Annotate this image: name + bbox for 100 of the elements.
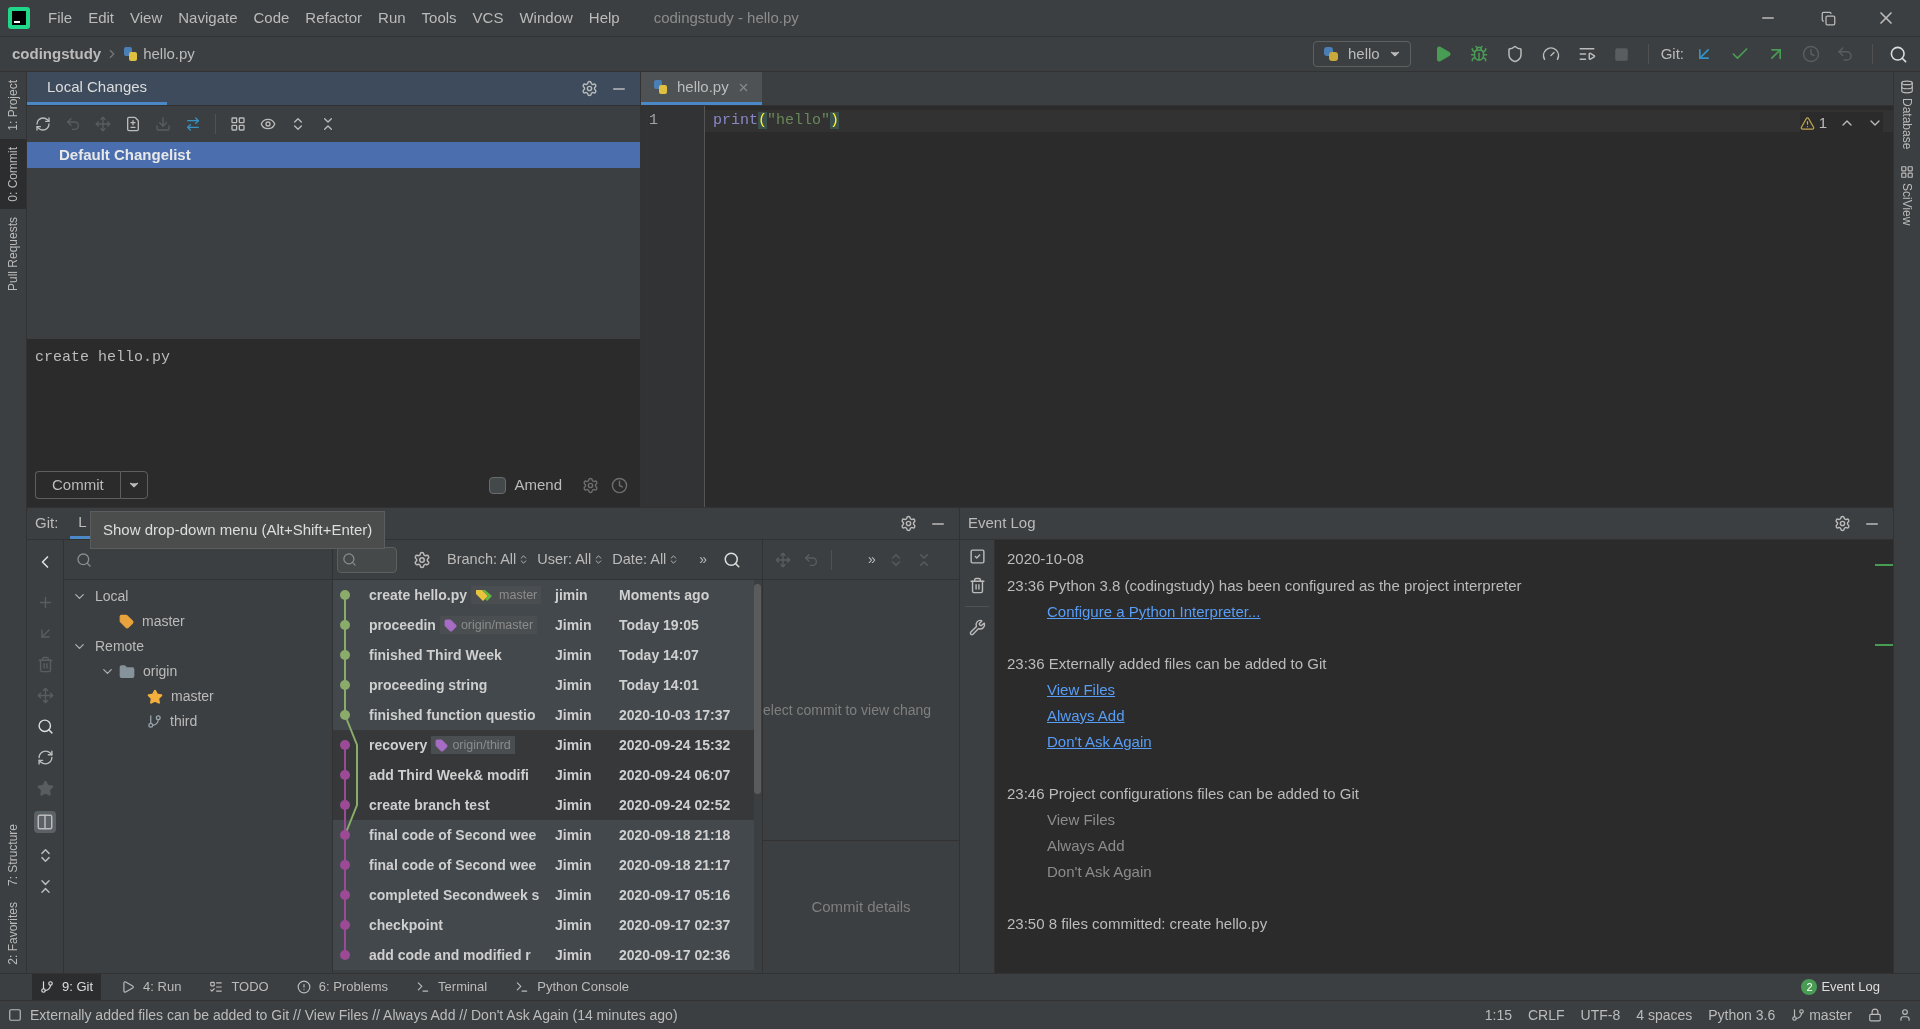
settings-icon[interactable]	[413, 550, 431, 569]
git-branch-widget[interactable]: master	[1791, 1004, 1852, 1026]
tool-window-tab[interactable]: SciView	[1898, 183, 1916, 226]
log-link[interactable]: Don't Ask Again	[1047, 730, 1152, 754]
restore-icon[interactable]	[1821, 10, 1836, 26]
log-link[interactable]: Always Add	[1047, 704, 1125, 728]
search-icon[interactable]	[723, 550, 742, 569]
breadcrumb-item[interactable]: codingstudy	[12, 42, 102, 66]
menu-item[interactable]: Help	[582, 6, 626, 30]
lock-icon[interactable]	[1868, 1008, 1882, 1022]
status-item[interactable]: Python 3.6	[1708, 1004, 1776, 1026]
scrollbar[interactable]	[754, 584, 761, 794]
eye-icon[interactable]	[260, 116, 276, 132]
tool-window-tab[interactable]: 7: Structure	[0, 816, 26, 895]
tool-window-tab[interactable]: Database	[1898, 98, 1916, 150]
menu-item[interactable]: Run	[372, 6, 412, 30]
tool-window-button[interactable]: 9: Git	[32, 974, 102, 1000]
menu-item[interactable]: Code	[247, 6, 296, 30]
settings-icon[interactable]	[900, 515, 917, 532]
user-icon[interactable]	[1898, 1008, 1912, 1022]
settings-icon[interactable]	[582, 476, 599, 494]
menu-item[interactable]: VCS	[466, 6, 510, 30]
commit-row[interactable]: proceeding string Jimin Today 14:01	[333, 670, 754, 700]
run-config-dropdown[interactable]: hello	[1312, 41, 1411, 67]
tool-window-button[interactable]: Python Console	[507, 974, 637, 1000]
menu-item[interactable]: Refactor	[299, 6, 369, 30]
settings-icon[interactable]	[581, 80, 598, 97]
commit-row[interactable]: final code of Second wee Jimin 2020-09-18 21:17	[333, 850, 754, 880]
diff-icon[interactable]	[125, 116, 141, 132]
commit-row[interactable]: finished function questio Jimin 2020-10-03 17:37	[333, 700, 754, 730]
status-message[interactable]: Externally added files can be added to Git // View Files // Always Add // Don't Ask Again (14 minutes ago)	[30, 1004, 678, 1026]
refresh-icon[interactable]	[35, 116, 51, 132]
debug-icon[interactable]	[1469, 45, 1488, 63]
group-icon[interactable]	[230, 116, 246, 132]
coverage-icon[interactable]	[1505, 45, 1524, 63]
delete-icon[interactable]	[968, 577, 986, 594]
branch-tree-item[interactable]: Local	[95, 586, 129, 607]
warning-count[interactable]: 1	[1818, 112, 1827, 135]
refresh-icon[interactable]	[36, 749, 54, 766]
tool-window-button[interactable]: Event Log	[1821, 977, 1880, 997]
more-button[interactable]: »	[868, 549, 876, 570]
commit-row[interactable]: finished Third Week Jimin Today 14:07	[333, 640, 754, 670]
tool-window-button[interactable]: TODO	[201, 974, 277, 1000]
tool-window-button[interactable]: Terminal	[408, 974, 496, 1000]
warning-icon[interactable]	[1799, 115, 1815, 131]
dropdown-button[interactable]	[119, 471, 148, 499]
search-icon[interactable]	[36, 718, 54, 735]
tool-window-tab[interactable]: 2: Favorites	[0, 894, 26, 973]
menu-item[interactable]: Tools	[415, 6, 463, 30]
tool-window-button[interactable]: 4: Run	[113, 974, 190, 1000]
more-button[interactable]: »	[699, 549, 708, 570]
commit-row[interactable]: create branch test Jimin 2020-09-24 02:52	[333, 790, 754, 820]
commit-row[interactable]: proceedin origin/master Jimin Today 19:05	[333, 610, 754, 640]
mark-read-icon[interactable]	[968, 548, 986, 565]
amend-checkbox[interactable]	[489, 476, 507, 494]
status-item[interactable]: 4 spaces	[1636, 1004, 1693, 1026]
menu-item[interactable]: Edit	[82, 6, 121, 30]
profile-icon[interactable]	[1541, 45, 1560, 63]
tool-window-tab[interactable]: Pull Requests	[0, 209, 26, 300]
menu-item[interactable]: Window	[513, 6, 579, 30]
branch-tree-item[interactable]: third	[170, 711, 198, 732]
branch-tree-item[interactable]: origin	[143, 661, 178, 682]
filter-dropdown[interactable]: Date: All	[612, 548, 680, 571]
menu-item[interactable]: View	[124, 6, 169, 30]
jump-icon[interactable]	[185, 116, 201, 132]
menu-item[interactable]: File	[42, 6, 79, 30]
commit-row[interactable]: completed Secondweek s Jimin 2020-09-17 05:16	[333, 880, 754, 910]
changelist-row[interactable]: Default Changelist	[27, 142, 640, 168]
tool-window-tab[interactable]: 1: Project	[0, 72, 26, 139]
tool-window-button[interactable]: 6: Problems	[288, 974, 397, 1000]
run-list-icon[interactable]	[1577, 45, 1596, 63]
log-link[interactable]: View Files	[1047, 808, 1116, 832]
database-icon[interactable]	[1900, 80, 1914, 94]
breadcrumb-item[interactable]: hello.py	[143, 42, 195, 66]
search-icon[interactable]	[76, 551, 92, 568]
commit-row[interactable]: final code of Second wee Jimin 2020-09-18 21:18	[333, 820, 754, 850]
log-link[interactable]: Always Add	[1047, 834, 1125, 858]
tool-window-tab[interactable]: 0: Commit	[0, 138, 26, 210]
log-link[interactable]: Don't Ask Again	[1047, 860, 1152, 884]
log-link[interactable]: View Files	[1047, 678, 1116, 702]
layout-toggle-icon[interactable]	[34, 811, 56, 833]
commit-row[interactable]: add code and modified r Jimin 2020-09-17 02:36	[333, 940, 754, 970]
search-icon[interactable]	[1889, 44, 1908, 64]
filter-dropdown[interactable]: User: All	[537, 548, 605, 571]
status-item[interactable]: UTF-8	[1580, 1004, 1621, 1026]
branch-tree-item[interactable]: Remote	[95, 636, 145, 657]
grid-icon[interactable]	[1900, 165, 1914, 180]
commit-row[interactable]: create hello.py master jimin Moments ago	[333, 580, 754, 610]
branch-tree-item[interactable]: master	[142, 611, 185, 632]
commit-row[interactable]: checkpoint Jimin 2020-09-17 02:37	[333, 910, 754, 940]
editor-tab[interactable]: hello.py	[641, 72, 762, 105]
commit-row[interactable]: recovery origin/third Jimin 2020-09-24 15:32	[333, 730, 754, 760]
commit-button[interactable]: Commit	[35, 471, 120, 499]
settings-icon[interactable]	[1834, 515, 1851, 532]
menu-item[interactable]: Navigate	[172, 6, 244, 30]
status-item[interactable]: CRLF	[1528, 1004, 1565, 1026]
branch-tree-item[interactable]: master	[171, 686, 214, 707]
status-item[interactable]: 1:15	[1484, 1004, 1512, 1026]
filter-dropdown[interactable]: Branch: All	[447, 548, 530, 571]
layout-icon[interactable]	[8, 1008, 22, 1022]
